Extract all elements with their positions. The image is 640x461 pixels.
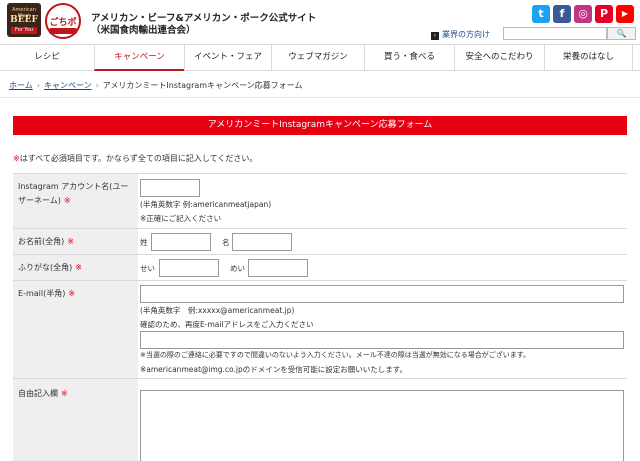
search-icon: 🔍 [616,29,627,38]
label-name-text: お名前(全角) [18,237,65,246]
email-confirm-hint: 確認のため、再度E-mailアドレスをご入力ください [140,320,314,329]
label-kana: ふりがな(全角) ※ [13,255,138,280]
arrow-right-icon: › [431,32,439,40]
email-note-delivery: ※当選の際のご連絡に必要ですので間違いのないよう入力ください。メール不達の際は当… [140,351,531,359]
site-header: American Meat BEEF For You ごちポ アメリカン・ビーフ… [0,0,640,44]
breadcrumb-home[interactable]: ホーム [9,81,33,90]
row-kana: ふりがな(全角) ※ せい めい [13,254,627,280]
instagram-note: ※正確にご記入ください [140,214,222,223]
row-instagram: Instagram アカウント名(ユーザーネーム) ※ (半角英数字 例:amer… [13,173,627,228]
nav-item-safety[interactable]: 安全へのこだわり [454,45,544,71]
field-instagram: (半角英数字 例:americanmeatjapan) ※正確にご記入ください [138,174,627,228]
gochipo-logo-ribbon [49,28,77,34]
label-instagram-text: Instagram アカウント名(ユーザーネーム) [18,182,129,205]
last-name-kana-input[interactable] [159,259,219,277]
search-input[interactable] [503,27,607,40]
required-mark: ※ [67,237,74,246]
required-mark: ※ [68,289,76,298]
mei-kana-label: めい [230,264,245,273]
global-nav: レシピ キャンペーン イベント・フェア ウェブマガジン 買う・食べる 安全へのこ… [0,44,640,71]
nav-item-buy-eat[interactable]: 買う・食べる [364,45,454,71]
field-kana: せい めい [138,255,627,280]
instagram-account-input[interactable] [140,179,200,197]
required-note: ※はすべて必須項目です。かならず全ての項目に記入してください。 [13,153,257,164]
form-title: アメリカンミートInstagramキャンペーン応募フォーム [13,116,627,135]
site-title[interactable]: アメリカン・ビーフ&アメリカン・ポーク公式サイト （米国食肉輸出連合会） [91,13,316,37]
label-instagram: Instagram アカウント名(ユーザーネーム) ※ [13,174,138,228]
required-note-text: はすべて必須項目です。かならず全ての項目に記入してください。 [19,154,258,163]
field-email: (半角英数字 例:xxxxx@americanmeat.jp) 確認のため、再度… [138,281,627,378]
facebook-icon[interactable]: f [553,5,571,23]
pinterest-icon[interactable]: P [595,5,613,23]
american-beef-logo[interactable]: American Meat BEEF For You [7,3,41,37]
label-kana-text: ふりがな(全角) [18,263,73,272]
row-free: 自由記入欄 ※ [13,378,627,461]
email-confirm-input[interactable] [140,331,624,349]
chevron-right-icon: › [36,81,40,90]
nav-item-recipe[interactable]: レシピ [0,45,94,71]
nav-item-nutrition[interactable]: 栄養のはなし [544,45,633,71]
chevron-right-icon: › [95,81,99,90]
breadcrumb-current: アメリカンミートInstagramキャンペーン応募フォーム [102,81,303,90]
instagram-hint: (半角英数字 例:americanmeatjapan) [140,200,272,209]
twitter-icon[interactable]: t [532,5,550,23]
logo-text-main: BEEF [10,15,38,25]
nav-item-campaign[interactable]: キャンペーン [94,45,184,71]
email-hint: (半角英数字 例:xxxxx@americanmeat.jp) [140,306,295,315]
breadcrumb: ホーム › キャンペーン › アメリカンミートInstagramキャンペーン応募フォーム [9,80,302,91]
site-title-line1: アメリカン・ビーフ&アメリカン・ポーク公式サイト [91,13,317,24]
gochipo-logo[interactable]: ごちポ [45,3,81,39]
nav-item-event[interactable]: イベント・フェア [184,45,271,71]
label-email: E-mail(半角) ※ [13,281,138,378]
free-text-area[interactable] [140,390,624,461]
site-title-line2: （米国食肉輸出連合会） [91,25,196,36]
required-mark: ※ [61,389,68,398]
search-button[interactable]: 🔍 [607,27,636,40]
label-name: お名前(全角) ※ [13,229,138,254]
breadcrumb-campaign[interactable]: キャンペーン [44,81,92,90]
gochipo-logo-text: ごちポ [49,18,77,28]
youtube-icon[interactable]: ▶ [616,5,634,23]
required-mark: ※ [13,154,20,163]
nav-item-webmagazine[interactable]: ウェブマガジン [271,45,364,71]
label-free: 自由記入欄 ※ [13,379,138,461]
row-email: E-mail(半角) ※ (半角英数字 例:xxxxx@americanmeat.… [13,280,627,378]
logo-text-bottom: For You [11,27,37,34]
industry-link[interactable]: › 業界の方向け [431,29,490,40]
row-name: お名前(全角) ※ 姓 名 [13,228,627,254]
required-mark: ※ [63,196,71,205]
instagram-icon[interactable]: ◎ [574,5,592,23]
sei-label: 姓 [140,238,148,247]
industry-link-label: 業界の方向け [442,30,490,39]
email-note-domain: ※americanmeat@img.co.jpのドメインを受信可能に設定お願いい… [140,365,407,374]
required-mark: ※ [75,263,82,272]
label-email-text: E-mail(半角) [18,289,66,298]
first-name-input[interactable] [232,233,292,251]
sei-kana-label: せい [140,264,155,273]
first-name-kana-input[interactable] [248,259,308,277]
mei-label: 名 [222,238,230,247]
email-input[interactable] [140,285,624,303]
field-free [138,379,627,461]
field-name: 姓 名 [138,229,627,254]
label-free-text: 自由記入欄 [18,389,58,398]
divider [0,97,640,98]
last-name-input[interactable] [151,233,211,251]
